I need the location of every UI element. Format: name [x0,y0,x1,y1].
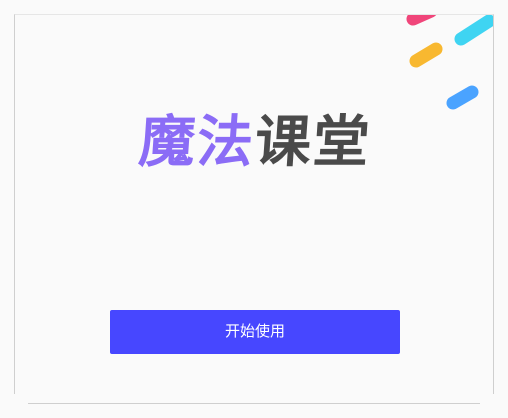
logo-text-part1: 魔法 [136,110,258,175]
window-background: 魔法课堂 开始使用 [0,0,508,418]
start-button[interactable]: 开始使用 [110,310,400,354]
logo-text-part2: 课堂 [252,110,374,175]
cyan-stripe [454,15,493,46]
pink-stripe [406,15,437,26]
yellow-stripe [409,42,443,68]
app-logo: 魔法课堂 [15,109,493,177]
bottom-divider [28,403,480,404]
blue-stripe [446,85,479,110]
welcome-panel: 魔法课堂 开始使用 [14,14,494,394]
